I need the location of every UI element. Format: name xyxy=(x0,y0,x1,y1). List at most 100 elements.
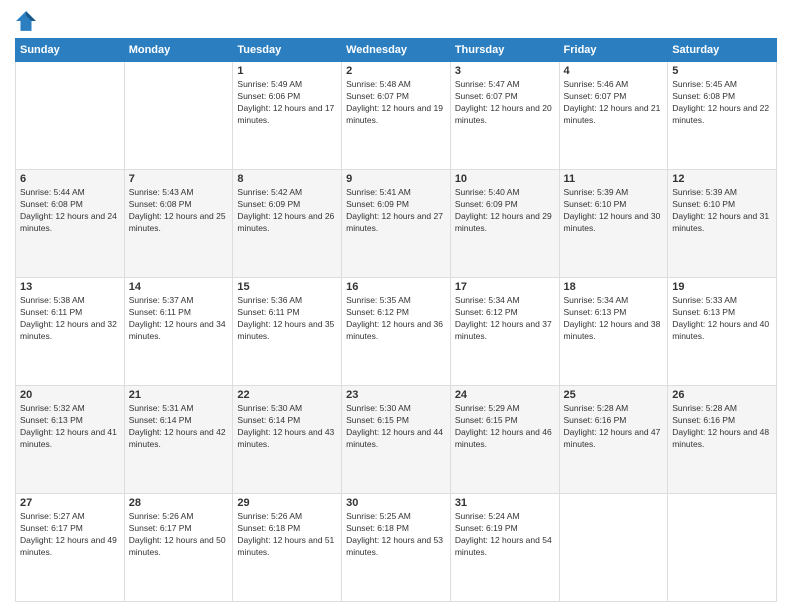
day-number: 27 xyxy=(20,497,120,509)
day-info: Sunrise: 5:33 AMSunset: 6:13 PMDaylight:… xyxy=(672,295,772,343)
calendar-cell: 20Sunrise: 5:32 AMSunset: 6:13 PMDayligh… xyxy=(16,386,125,494)
day-info: Sunrise: 5:30 AMSunset: 6:14 PMDaylight:… xyxy=(237,403,337,451)
day-info: Sunrise: 5:48 AMSunset: 6:07 PMDaylight:… xyxy=(346,79,446,127)
calendar-cell: 26 Sunrise: 5:28 AMSunset: 6:16 PMDayligh… xyxy=(668,386,777,494)
calendar-cell: 29 Sunrise: 5:26 AMSunset: 6:18 PMDayligh… xyxy=(233,494,342,602)
day-number: 13 xyxy=(20,281,120,293)
day-number: 29 xyxy=(237,497,337,509)
day-info: Sunrise: 5:38 AMSunset: 6:11 PMDaylight:… xyxy=(20,295,120,343)
weekday-header-thursday: Thursday xyxy=(450,39,559,62)
week-row-3: 13 Sunrise: 5:38 AMSunset: 6:11 PMDayligh… xyxy=(16,278,777,386)
calendar-cell: 23Sunrise: 5:30 AMSunset: 6:15 PMDayligh… xyxy=(342,386,451,494)
day-info: Sunrise: 5:49 AMSunset: 6:06 PMDaylight:… xyxy=(237,79,337,127)
day-info: Sunrise: 5:45 AMSunset: 6:08 PMDaylight:… xyxy=(672,79,772,127)
day-number: 6 xyxy=(20,173,120,185)
day-info: Sunrise: 5:31 AMSunset: 6:14 PMDaylight:… xyxy=(129,403,229,451)
calendar-cell: 7 Sunrise: 5:43 AMSunset: 6:08 PMDaylight… xyxy=(124,170,233,278)
calendar-cell: 30 Sunrise: 5:25 AMSunset: 6:18 PMDayligh… xyxy=(342,494,451,602)
day-number: 10 xyxy=(455,173,555,185)
calendar-cell: 17Sunrise: 5:34 AMSunset: 6:12 PMDayligh… xyxy=(450,278,559,386)
calendar-cell xyxy=(16,62,125,170)
calendar-cell: 1Sunrise: 5:49 AMSunset: 6:06 PMDaylight… xyxy=(233,62,342,170)
day-info: Sunrise: 5:39 AMSunset: 6:10 PMDaylight:… xyxy=(672,187,772,235)
calendar-cell: 27 Sunrise: 5:27 AMSunset: 6:17 PMDayligh… xyxy=(16,494,125,602)
day-info: Sunrise: 5:44 AMSunset: 6:08 PMDaylight:… xyxy=(20,187,120,235)
day-number: 16 xyxy=(346,281,446,293)
calendar-cell: 5Sunrise: 5:45 AMSunset: 6:08 PMDaylight… xyxy=(668,62,777,170)
calendar-cell: 21 Sunrise: 5:31 AMSunset: 6:14 PMDayligh… xyxy=(124,386,233,494)
calendar-cell: 12Sunrise: 5:39 AMSunset: 6:10 PMDayligh… xyxy=(668,170,777,278)
day-number: 25 xyxy=(564,389,664,401)
weekday-header-row: SundayMondayTuesdayWednesdayThursdayFrid… xyxy=(16,39,777,62)
calendar-cell: 10 Sunrise: 5:40 AMSunset: 6:09 PMDayligh… xyxy=(450,170,559,278)
day-number: 14 xyxy=(129,281,229,293)
weekday-header-monday: Monday xyxy=(124,39,233,62)
calendar-cell: 4Sunrise: 5:46 AMSunset: 6:07 PMDaylight… xyxy=(559,62,668,170)
day-info: Sunrise: 5:35 AMSunset: 6:12 PMDaylight:… xyxy=(346,295,446,343)
calendar-cell: 6 Sunrise: 5:44 AMSunset: 6:08 PMDaylight… xyxy=(16,170,125,278)
calendar-cell: 18 Sunrise: 5:34 AMSunset: 6:13 PMDayligh… xyxy=(559,278,668,386)
day-number: 9 xyxy=(346,173,446,185)
day-info: Sunrise: 5:26 AMSunset: 6:18 PMDaylight:… xyxy=(237,511,337,559)
day-number: 4 xyxy=(564,65,664,77)
day-info: Sunrise: 5:28 AMSunset: 6:16 PMDaylight:… xyxy=(564,403,664,451)
day-number: 21 xyxy=(129,389,229,401)
day-number: 3 xyxy=(455,65,555,77)
day-number: 18 xyxy=(564,281,664,293)
calendar-cell: 9 Sunrise: 5:41 AMSunset: 6:09 PMDaylight… xyxy=(342,170,451,278)
calendar-cell: 13 Sunrise: 5:38 AMSunset: 6:11 PMDayligh… xyxy=(16,278,125,386)
day-number: 19 xyxy=(672,281,772,293)
day-number: 28 xyxy=(129,497,229,509)
calendar-cell: 22 Sunrise: 5:30 AMSunset: 6:14 PMDayligh… xyxy=(233,386,342,494)
calendar-cell: 8 Sunrise: 5:42 AMSunset: 6:09 PMDaylight… xyxy=(233,170,342,278)
day-number: 31 xyxy=(455,497,555,509)
day-number: 8 xyxy=(237,173,337,185)
day-info: Sunrise: 5:26 AMSunset: 6:17 PMDaylight:… xyxy=(129,511,229,559)
calendar-cell: 28 Sunrise: 5:26 AMSunset: 6:17 PMDayligh… xyxy=(124,494,233,602)
calendar-cell: 25 Sunrise: 5:28 AMSunset: 6:16 PMDayligh… xyxy=(559,386,668,494)
day-number: 2 xyxy=(346,65,446,77)
day-number: 26 xyxy=(672,389,772,401)
day-info: Sunrise: 5:34 AMSunset: 6:13 PMDaylight:… xyxy=(564,295,664,343)
weekday-header-saturday: Saturday xyxy=(668,39,777,62)
day-number: 24 xyxy=(455,389,555,401)
calendar-cell: 19 Sunrise: 5:33 AMSunset: 6:13 PMDayligh… xyxy=(668,278,777,386)
weekday-header-wednesday: Wednesday xyxy=(342,39,451,62)
week-row-1: 1Sunrise: 5:49 AMSunset: 6:06 PMDaylight… xyxy=(16,62,777,170)
day-number: 15 xyxy=(237,281,337,293)
page: SundayMondayTuesdayWednesdayThursdayFrid… xyxy=(0,0,792,612)
day-info: Sunrise: 5:47 AMSunset: 6:07 PMDaylight:… xyxy=(455,79,555,127)
day-info: Sunrise: 5:42 AMSunset: 6:09 PMDaylight:… xyxy=(237,187,337,235)
day-info: Sunrise: 5:29 AMSunset: 6:15 PMDaylight:… xyxy=(455,403,555,451)
day-info: Sunrise: 5:34 AMSunset: 6:12 PMDaylight:… xyxy=(455,295,555,343)
day-info: Sunrise: 5:43 AMSunset: 6:08 PMDaylight:… xyxy=(129,187,229,235)
day-number: 7 xyxy=(129,173,229,185)
day-info: Sunrise: 5:37 AMSunset: 6:11 PMDaylight:… xyxy=(129,295,229,343)
calendar-cell xyxy=(559,494,668,602)
day-info: Sunrise: 5:27 AMSunset: 6:17 PMDaylight:… xyxy=(20,511,120,559)
week-row-5: 27 Sunrise: 5:27 AMSunset: 6:17 PMDayligh… xyxy=(16,494,777,602)
logo xyxy=(15,10,39,32)
day-info: Sunrise: 5:40 AMSunset: 6:09 PMDaylight:… xyxy=(455,187,555,235)
calendar-cell: 24 Sunrise: 5:29 AMSunset: 6:15 PMDayligh… xyxy=(450,386,559,494)
weekday-header-friday: Friday xyxy=(559,39,668,62)
day-number: 20 xyxy=(20,389,120,401)
calendar-cell xyxy=(124,62,233,170)
week-row-2: 6 Sunrise: 5:44 AMSunset: 6:08 PMDaylight… xyxy=(16,170,777,278)
calendar-cell: 3 Sunrise: 5:47 AMSunset: 6:07 PMDaylight… xyxy=(450,62,559,170)
day-info: Sunrise: 5:28 AMSunset: 6:16 PMDaylight:… xyxy=(672,403,772,451)
calendar-cell: 14 Sunrise: 5:37 AMSunset: 6:11 PMDayligh… xyxy=(124,278,233,386)
day-info: Sunrise: 5:36 AMSunset: 6:11 PMDaylight:… xyxy=(237,295,337,343)
day-number: 30 xyxy=(346,497,446,509)
day-info: Sunrise: 5:41 AMSunset: 6:09 PMDaylight:… xyxy=(346,187,446,235)
day-info: Sunrise: 5:30 AMSunset: 6:15 PMDaylight:… xyxy=(346,403,446,451)
calendar-cell: 16 Sunrise: 5:35 AMSunset: 6:12 PMDayligh… xyxy=(342,278,451,386)
week-row-4: 20Sunrise: 5:32 AMSunset: 6:13 PMDayligh… xyxy=(16,386,777,494)
logo-icon xyxy=(15,10,37,32)
calendar-cell: 11Sunrise: 5:39 AMSunset: 6:10 PMDayligh… xyxy=(559,170,668,278)
day-info: Sunrise: 5:25 AMSunset: 6:18 PMDaylight:… xyxy=(346,511,446,559)
day-number: 22 xyxy=(237,389,337,401)
weekday-header-sunday: Sunday xyxy=(16,39,125,62)
day-info: Sunrise: 5:39 AMSunset: 6:10 PMDaylight:… xyxy=(564,187,664,235)
header xyxy=(15,10,777,32)
